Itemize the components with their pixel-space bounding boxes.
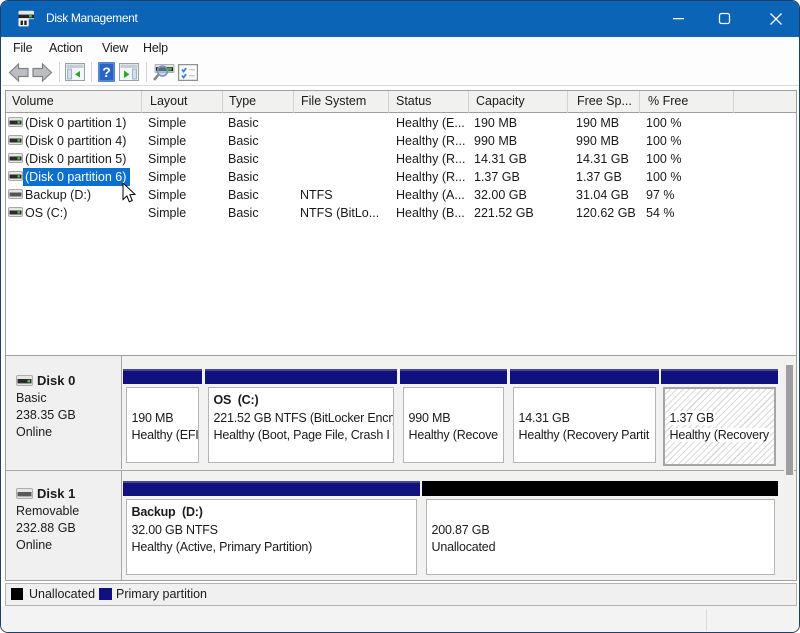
svg-text:?: ? [102, 64, 111, 80]
